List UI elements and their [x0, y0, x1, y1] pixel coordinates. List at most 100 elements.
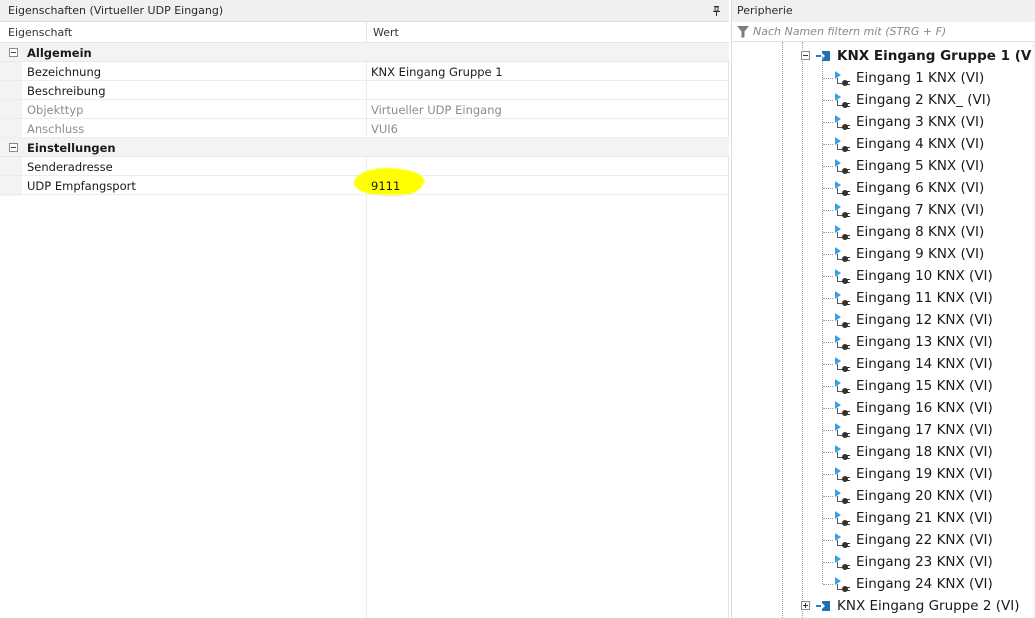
input-plug-icon	[835, 577, 850, 592]
tree-item-input[interactable]: Eingang 18 KNX (VI)	[834, 441, 1032, 463]
tree-item-input[interactable]: Eingang 10 KNX (VI)	[834, 265, 1032, 287]
tree-guide-line	[782, 42, 783, 618]
tree-branch-line	[823, 144, 833, 145]
input-plug-icon	[835, 357, 850, 372]
tree-branch-line	[823, 408, 833, 409]
tree-item-input[interactable]: Eingang 2 KNX_ (VI)	[834, 89, 1032, 111]
tree-group-label: KNX Eingang Gruppe 2 (VI)	[837, 598, 1020, 614]
tree-item-label: Eingang 15 KNX (VI)	[856, 378, 993, 394]
tree-item-input[interactable]: Eingang 20 KNX (VI)	[834, 485, 1032, 507]
property-row-beschreibung[interactable]: Beschreibung	[0, 81, 729, 100]
input-plug-icon	[835, 379, 850, 394]
tree-item-input[interactable]: Eingang 11 KNX (VI)	[834, 287, 1032, 309]
expand-icon[interactable]	[801, 601, 810, 610]
tree-branch-line	[823, 518, 833, 519]
tree-item-input[interactable]: Eingang 6 KNX (VI)	[834, 177, 1032, 199]
tree-item-input[interactable]: Eingang 16 KNX (VI)	[834, 397, 1032, 419]
tree-branch-line	[823, 386, 833, 387]
tree-item-label: Eingang 1 KNX (VI)	[856, 70, 985, 86]
tree-group-knx-eingang-gruppe-1[interactable]: KNX Eingang Gruppe 1 (VI)	[801, 45, 1035, 67]
input-plug-icon	[835, 401, 850, 416]
tree-item-label: Eingang 3 KNX (VI)	[856, 114, 985, 130]
property-name: Objekttyp	[27, 103, 84, 117]
tree-branch-line	[823, 342, 833, 343]
collapse-icon[interactable]	[9, 48, 18, 57]
peripherie-panel: Peripherie KNX Eingang Gruppe 1 (VI) Ein…	[731, 0, 1035, 618]
tree-item-label: Eingang 19 KNX (VI)	[856, 466, 993, 482]
tree-branch-line	[823, 430, 833, 431]
category-einstellungen[interactable]: Einstellungen	[0, 138, 729, 157]
tree-item-label: Eingang 24 KNX (VI)	[856, 576, 993, 592]
property-value-readonly: VUI6	[371, 122, 398, 136]
collapse-icon[interactable]	[801, 51, 810, 60]
tree-branch-line	[823, 562, 833, 563]
tree-group-knx-eingang-gruppe-2[interactable]: KNX Eingang Gruppe 2 (VI)	[801, 595, 1032, 617]
input-plug-icon	[835, 203, 850, 218]
tree-item-label: Eingang 8 KNX (VI)	[856, 224, 985, 240]
tree-branch-line	[823, 474, 833, 475]
tree-item-input[interactable]: Eingang 9 KNX (VI)	[834, 243, 1032, 265]
tree-item-input[interactable]: Eingang 3 KNX (VI)	[834, 111, 1032, 133]
tree-branch-line	[823, 78, 833, 79]
tree-branch-line	[823, 100, 833, 101]
column-divider[interactable]	[366, 22, 367, 43]
tree-branch-line	[823, 320, 833, 321]
tree-branch-line	[823, 298, 833, 299]
property-value-input[interactable]: 9111	[371, 179, 400, 193]
property-name: Anschluss	[27, 122, 85, 136]
tree-branch-line	[823, 188, 833, 189]
tree-item-input[interactable]: Eingang 4 KNX (VI)	[834, 133, 1032, 155]
properties-titlebar: Eigenschaften (Virtueller UDP Eingang)	[0, 0, 729, 22]
tree-branch-line	[823, 364, 833, 365]
tree-item-input[interactable]: Eingang 8 KNX (VI)	[834, 221, 1032, 243]
input-plug-icon	[835, 313, 850, 328]
property-value-input[interactable]: KNX Eingang Gruppe 1	[371, 65, 503, 79]
tree-item-input[interactable]: Eingang 21 KNX (VI)	[834, 507, 1032, 529]
tree-item-label: Eingang 12 KNX (VI)	[856, 312, 993, 328]
properties-panel: Eigenschaften (Virtueller UDP Eingang) E…	[0, 0, 729, 618]
peripherie-tree: KNX Eingang Gruppe 1 (VI) Eingang 1 KNX …	[732, 42, 1035, 618]
peripherie-titlebar: Peripherie	[732, 0, 1035, 22]
tree-item-input[interactable]: Eingang 23 KNX (VI)	[834, 551, 1032, 573]
input-plug-icon	[835, 71, 850, 86]
tree-item-input[interactable]: Eingang 1 KNX (VI)	[834, 67, 1032, 89]
filter-input[interactable]	[753, 23, 1033, 40]
input-plug-icon	[835, 247, 850, 262]
property-row-anschluss: Anschluss VUI6	[0, 119, 729, 138]
tree-item-label: Eingang 2 KNX_ (VI)	[856, 92, 991, 108]
tree-item-input[interactable]: Eingang 13 KNX (VI)	[834, 331, 1032, 353]
input-plug-icon	[835, 423, 850, 438]
tree-item-label: Eingang 6 KNX (VI)	[856, 180, 985, 196]
tree-item-input[interactable]: Eingang 5 KNX (VI)	[834, 155, 1032, 177]
pin-icon[interactable]	[712, 6, 721, 16]
tree-item-input[interactable]: Eingang 15 KNX (VI)	[834, 375, 1032, 397]
funnel-icon	[737, 26, 749, 38]
category-label: Allgemein	[27, 46, 92, 60]
tree-item-label: Eingang 23 KNX (VI)	[856, 554, 993, 570]
property-row-bezeichnung[interactable]: Bezeichnung KNX Eingang Gruppe 1	[0, 62, 729, 81]
tree-branch-line	[823, 122, 833, 123]
tree-item-label: Eingang 4 KNX (VI)	[856, 136, 985, 152]
tree-item-input[interactable]: Eingang 14 KNX (VI)	[834, 353, 1032, 375]
input-plug-icon	[835, 181, 850, 196]
column-header-wert[interactable]: Wert	[373, 26, 399, 39]
tree-item-label: Eingang 20 KNX (VI)	[856, 488, 993, 504]
tree-item-input[interactable]: Eingang 12 KNX (VI)	[834, 309, 1032, 331]
tree-item-label: Eingang 14 KNX (VI)	[856, 356, 993, 372]
tree-group-label: KNX Eingang Gruppe 1 (VI)	[837, 48, 1035, 64]
tree-branch-line	[823, 210, 833, 211]
tree-item-input[interactable]: Eingang 17 KNX (VI)	[834, 419, 1032, 441]
tree-item-input[interactable]: Eingang 7 KNX (VI)	[834, 199, 1032, 221]
input-plug-icon	[835, 555, 850, 570]
collapse-icon[interactable]	[9, 143, 18, 152]
tree-item-label: Eingang 16 KNX (VI)	[856, 400, 993, 416]
tree-item-input[interactable]: Eingang 19 KNX (VI)	[834, 463, 1032, 485]
tree-item-label: Eingang 9 KNX (VI)	[856, 246, 985, 262]
tree-branch-line	[823, 540, 833, 541]
tree-item-input[interactable]: Eingang 22 KNX (VI)	[834, 529, 1032, 551]
property-row-udp-empfangsport[interactable]: UDP Empfangsport 9111	[0, 176, 729, 195]
tree-item-label: Eingang 17 KNX (VI)	[856, 422, 993, 438]
column-header-eigenschaft[interactable]: Eigenschaft	[8, 26, 72, 39]
category-allgemein[interactable]: Allgemein	[0, 43, 729, 62]
tree-item-input[interactable]: Eingang 24 KNX (VI)	[834, 573, 1032, 595]
